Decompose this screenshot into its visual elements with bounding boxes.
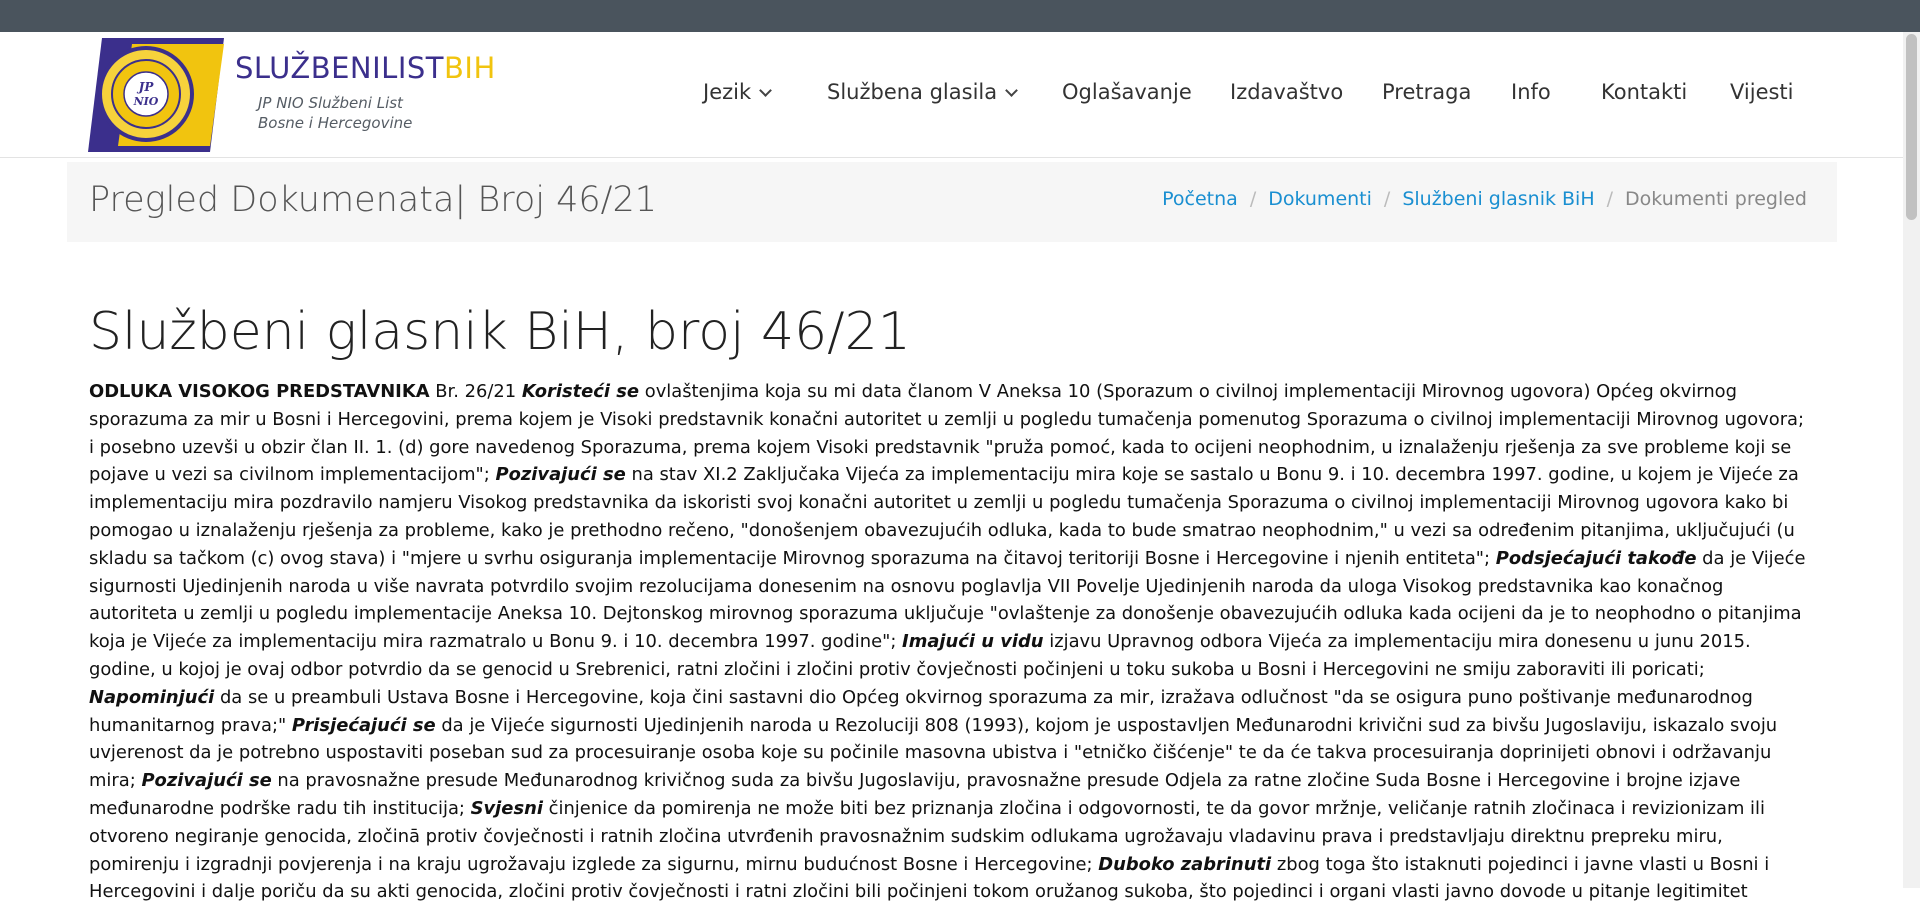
site-header: JP NIO SLUŽBENILISTBIH JP NIO Službeni L… <box>0 32 1920 158</box>
breadcrumb-pocetna[interactable]: Početna <box>1162 188 1238 210</box>
document-clause-lead: Pozivajući se <box>495 464 626 486</box>
top-strip <box>0 0 1920 32</box>
document-clause-lead: Napominjući <box>89 686 215 708</box>
nav-label: Kontakti <box>1601 80 1688 104</box>
document-title-bold: ODLUKA VISOKOG PREDSTAVNIKA <box>89 381 430 402</box>
chevron-down-icon <box>759 84 773 97</box>
nav-label: Službena glasila <box>827 80 998 104</box>
scrollbar-thumb[interactable] <box>1906 34 1917 220</box>
nav-label: Vijesti <box>1730 80 1794 104</box>
document-text: Br. 26/21 <box>429 381 522 402</box>
document-clause-lead: Podsjećajući takođe <box>1495 547 1697 569</box>
nav-label: Pretraga <box>1382 80 1472 104</box>
breadcrumb-current: Dokumenti pregled <box>1625 188 1807 210</box>
document-clause-lead: Pozivajući se <box>141 770 272 792</box>
nav-item-pretraga[interactable]: Pretraga <box>1382 80 1471 104</box>
document-clause-lead: Prisjećajući se <box>291 714 436 736</box>
nav-item-sluzbena-glasila[interactable]: Službena glasila <box>827 80 1018 104</box>
nav-label: Oglašavanje <box>1062 80 1192 104</box>
document-clause-lead: Duboko zabrinuti <box>1098 853 1272 875</box>
document-clause-lead: Svjesni <box>470 797 543 819</box>
page-scrollbar[interactable] <box>1903 32 1920 888</box>
nav-item-vijesti[interactable]: Vijesti <box>1730 80 1794 104</box>
page-title-bar: Pregled Dokumenata| Broj 46/21 Početna / D… <box>67 162 1837 242</box>
nav-label: Info <box>1511 80 1551 104</box>
main-nav: Jezik Službena glasila Oglašavanje Izdav… <box>0 80 1920 110</box>
brand-tagline-2: Bosne i Hercegovine <box>258 114 413 132</box>
breadcrumb-sluzbeni-glasnik[interactable]: Službeni glasnik BiH <box>1402 188 1594 210</box>
nav-label: Jezik <box>703 80 752 104</box>
breadcrumb-separator: / <box>1606 188 1614 210</box>
nav-item-oglasavanje[interactable]: Oglašavanje <box>1062 80 1192 104</box>
chevron-down-icon <box>1005 84 1018 97</box>
breadcrumb-separator: / <box>1249 188 1257 210</box>
nav-item-info[interactable]: Info <box>1511 80 1551 104</box>
document-body: ODLUKA VISOKOG PREDSTAVNIKA Br. 26/21 Ko… <box>89 378 1814 906</box>
breadcrumb-separator: / <box>1383 188 1391 210</box>
document-clause-lead: Imajući u vidu <box>902 631 1044 653</box>
nav-item-jezik[interactable]: Jezik <box>703 80 773 104</box>
document-clause-lead: Koristeći se <box>521 381 640 402</box>
breadcrumb-dokumenti[interactable]: Dokumenti <box>1268 188 1372 210</box>
document-heading: Službeni glasnik BiH, broj 46/21 <box>89 302 911 362</box>
nav-item-kontakti[interactable]: Kontakti <box>1601 80 1687 104</box>
page-title: Pregled Dokumenata| Broj 46/21 <box>89 180 657 220</box>
nav-label: Izdavaštvo <box>1230 80 1344 104</box>
nav-item-izdavastvo[interactable]: Izdavaštvo <box>1230 80 1343 104</box>
breadcrumb: Početna / Dokumenti / Službeni glasnik BiH / D… <box>1162 188 1807 210</box>
